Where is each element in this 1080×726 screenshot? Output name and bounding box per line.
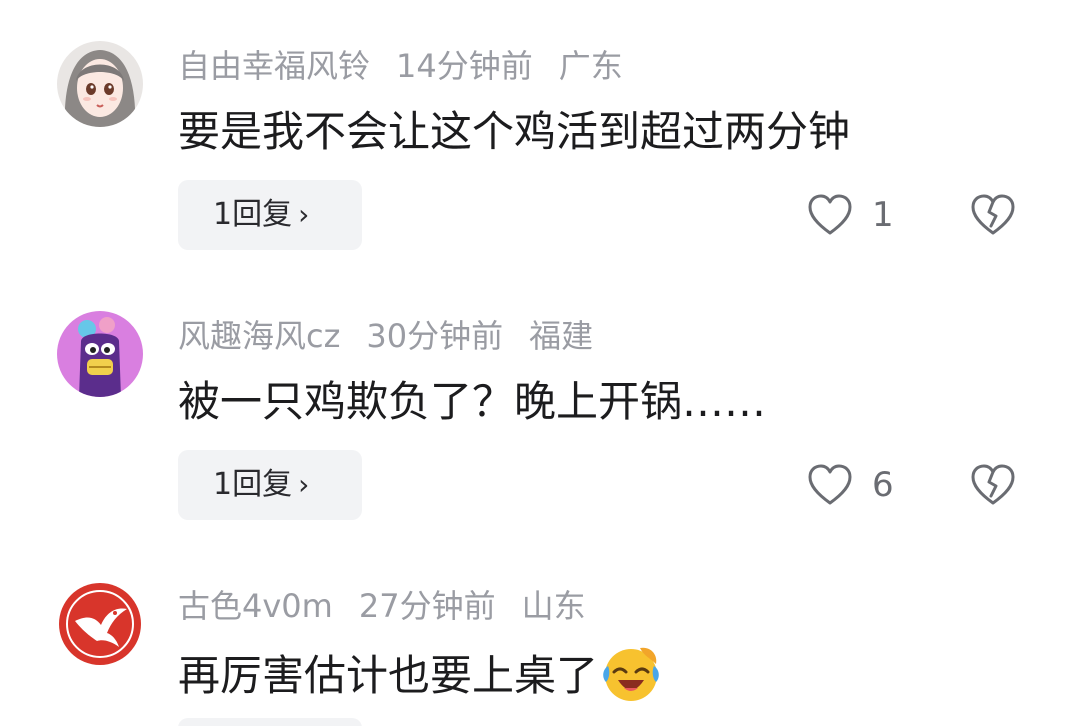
avatar[interactable] (57, 41, 143, 127)
reply-count-label: 1回复 (213, 467, 293, 502)
dislike-button[interactable] (970, 190, 1018, 240)
comment-text: 再厉害估计也要上桌了 (178, 642, 662, 706)
dislike-button[interactable] (970, 460, 1018, 510)
location: 福建 (529, 317, 594, 355)
comment-text-content: 再厉害估计也要上桌了 (178, 651, 599, 700)
avatar[interactable] (57, 581, 143, 667)
comment-meta: 古色4v0m 27分钟前 山东 (178, 584, 612, 628)
comment-text: 要是我不会让这个鸡活到超过两分钟 (178, 107, 851, 156)
username[interactable]: 古色4v0m (178, 587, 333, 625)
heart-icon (808, 194, 852, 235)
timestamp: 14分钟前 (396, 47, 533, 85)
like-button[interactable]: 1 (806, 190, 894, 240)
reply-count-button[interactable]: 1回复 › (178, 450, 362, 520)
timestamp: 30分钟前 (366, 317, 504, 355)
chevron-right-icon: › (298, 468, 310, 501)
reply-count-button[interactable]: 1回复 › (178, 180, 362, 250)
like-count: 1 (872, 195, 894, 235)
location: 山东 (521, 587, 586, 625)
avatar[interactable] (57, 311, 143, 397)
purple-cartoon-avatar-icon (57, 311, 143, 397)
comment-text: 被一只鸡欺负了？晚上开锅…… (178, 377, 767, 426)
laughing-crying-emoji-icon (603, 647, 659, 701)
broken-heart-icon (971, 464, 1015, 505)
heart-icon (808, 464, 852, 505)
broken-heart-icon (971, 194, 1015, 235)
anime-girl-avatar-icon (57, 41, 143, 127)
comment-list: 自由幸福风铃14分钟前广东 要是我不会让这个鸡活到超过两分钟 1回复› 1 (0, 0, 1080, 726)
location: 广东 (558, 47, 623, 85)
like-button[interactable]: 6 (806, 460, 894, 510)
username[interactable]: 自由幸福风铃 (178, 47, 370, 85)
reply-count-label: 1回复 (213, 197, 293, 232)
reply-count-button-partial[interactable] (178, 718, 362, 726)
red-bird-logo-avatar-icon (57, 581, 143, 667)
comment-meta: 自由幸福风铃 14分钟前 广东 (178, 44, 649, 88)
username[interactable]: 风趣海风cz (178, 317, 340, 355)
like-count: 6 (872, 465, 894, 505)
comment-meta: 风趣海风cz 30分钟前 福建 (178, 314, 619, 358)
chevron-right-icon: › (298, 198, 310, 231)
timestamp: 27分钟前 (358, 587, 496, 625)
